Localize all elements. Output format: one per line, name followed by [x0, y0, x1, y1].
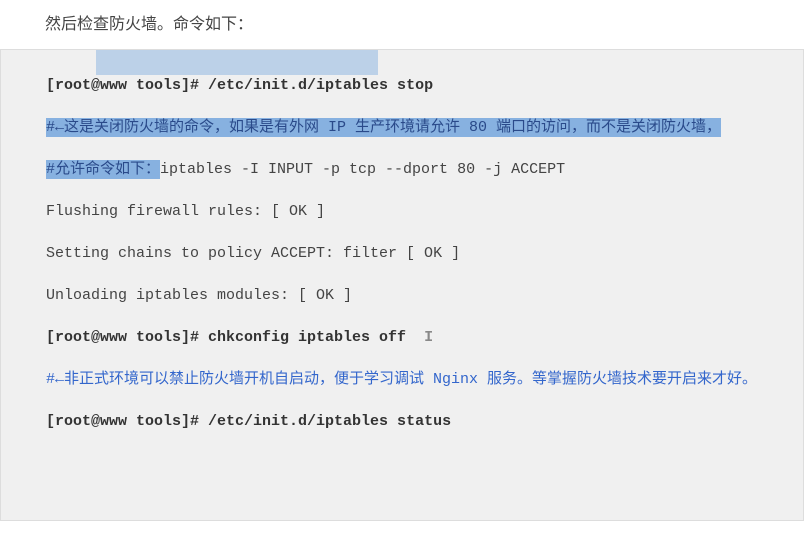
- prompt: [root@www tools]#: [46, 413, 208, 430]
- highlighted-comment-prefix: #允许命令如下：: [46, 160, 160, 179]
- command-line-3: [root@www tools]# /etc/init.d/iptables s…: [46, 401, 793, 443]
- command-text: chkconfig iptables off: [208, 329, 406, 346]
- command-line-1: [root@www tools]# /etc/init.d/iptables s…: [46, 65, 793, 107]
- command-text: /etc/init.d/iptables status: [208, 413, 451, 430]
- command-line-2: [root@www tools]# chkconfig iptables off…: [46, 317, 793, 359]
- command-text: /etc/init.d/iptables stop: [208, 77, 433, 94]
- command-suggestion: iptables -I INPUT -p tcp --dport 80 -j A…: [160, 161, 565, 178]
- text-cursor: I: [424, 329, 433, 346]
- intro-text: 然后检查防火墙。命令如下：: [0, 10, 804, 49]
- comment-line-3: #←非正式环境可以禁止防火墙开机自启动，便于学习调试 Nginx 服务。等掌握防…: [46, 359, 793, 401]
- highlighted-comment: #←这是关闭防火墙的命令，如果是有外网 IP 生产环境请允许 80 端口的访问，…: [46, 118, 721, 137]
- output-line-3: Unloading iptables modules: [ OK ]: [46, 275, 793, 317]
- prompt: [root@www tools]#: [46, 77, 208, 94]
- comment-line-2: #允许命令如下：iptables -I INPUT -p tcp --dport…: [46, 149, 793, 191]
- output-line-2: Setting chains to policy ACCEPT: filter …: [46, 233, 793, 275]
- output-line-1: Flushing firewall rules: [ OK ]: [46, 191, 793, 233]
- prompt: [root@www tools]#: [46, 329, 208, 346]
- code-block: [root@www tools]# /etc/init.d/iptables s…: [0, 49, 804, 521]
- comment-line-1: #←这是关闭防火墙的命令，如果是有外网 IP 生产环境请允许 80 端口的访问，…: [46, 107, 793, 149]
